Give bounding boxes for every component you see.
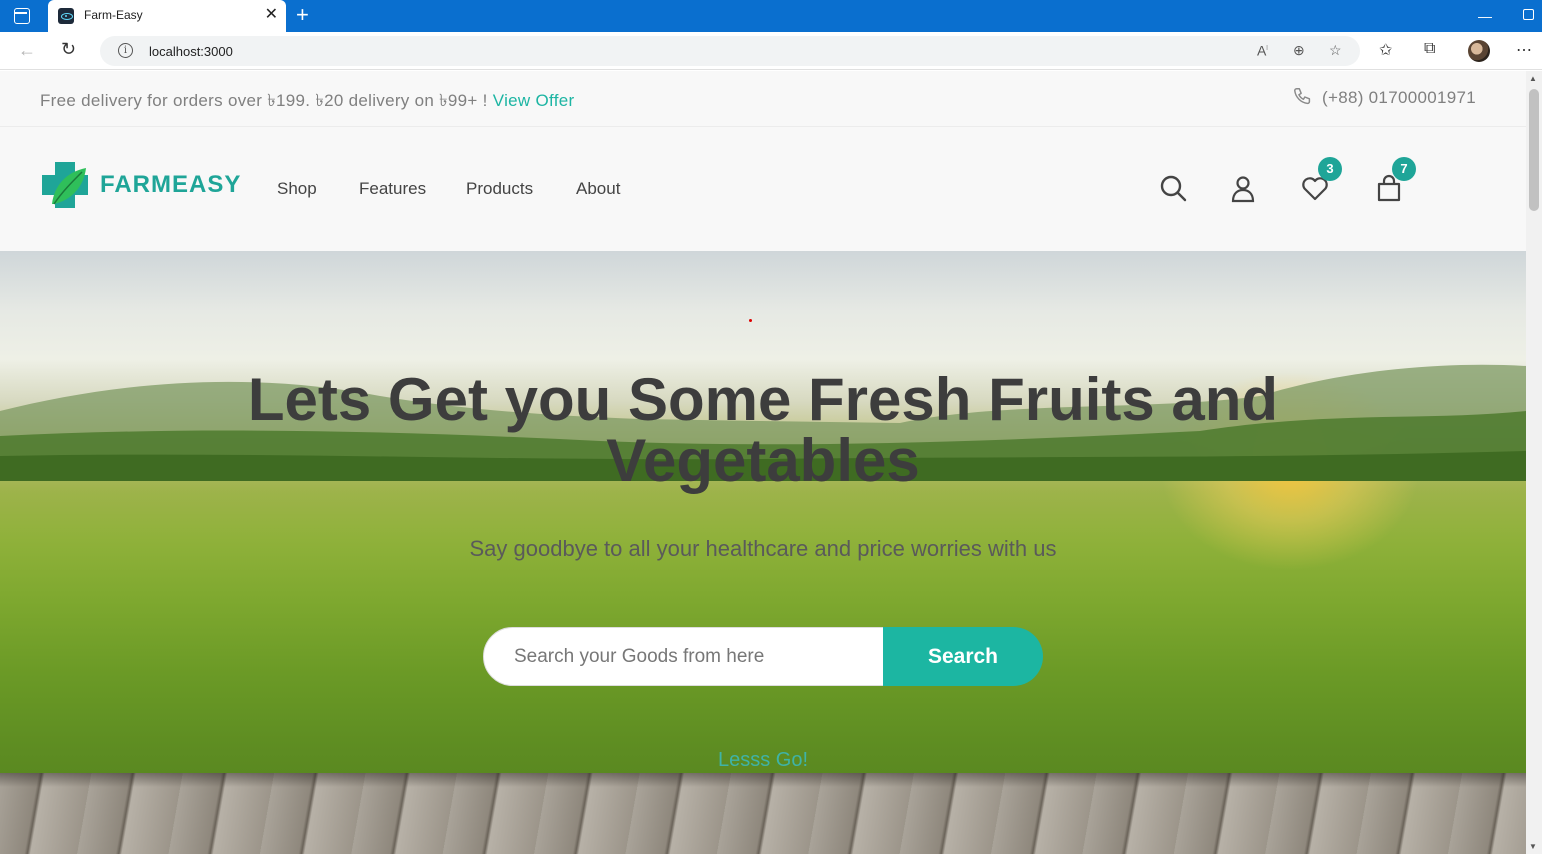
tab-title: Farm-Easy <box>84 8 143 22</box>
hero-title: Lets Get you Some Fresh Fruits and Veget… <box>247 366 1279 494</box>
more-menu-icon[interactable]: ⋯ <box>1516 40 1532 60</box>
view-offer-link[interactable]: View Offer <box>493 91 575 110</box>
wooden-deck-foreground <box>0 773 1526 854</box>
nav-about[interactable]: About <box>576 179 620 199</box>
profile-avatar[interactable] <box>1468 40 1490 62</box>
browser-tab[interactable]: Farm-Easy ✕ <box>48 0 286 32</box>
site-header: FARMEASY Shop Features Products About 3 … <box>0 127 1526 251</box>
minimize-icon[interactable]: — <box>1478 8 1492 24</box>
wishlist-count-badge: 3 <box>1318 157 1342 181</box>
read-aloud-icon[interactable]: A৷ <box>1257 42 1268 59</box>
back-arrow-icon[interactable]: ← <box>18 40 36 61</box>
react-favicon-icon <box>58 8 74 24</box>
logo-leaf-cross-icon[interactable] <box>40 160 90 210</box>
scroll-down-icon[interactable]: ▼ <box>1529 842 1537 851</box>
hero-subtitle: Say goodbye to all your healthcare and p… <box>469 536 1057 561</box>
phone-number[interactable]: (+88) 01700001971 <box>1322 88 1476 108</box>
search-button[interactable]: Search <box>883 627 1043 686</box>
nav-shop[interactable]: Shop <box>277 179 317 199</box>
promo-message: Free delivery for orders over ৳199. ৳20 … <box>40 88 574 116</box>
collections-icon[interactable]: ⧉ <box>1424 40 1435 58</box>
announcement-bar: Free delivery for orders over ৳199. ৳20 … <box>0 71 1526 127</box>
tab-actions-icon[interactable] <box>14 8 30 24</box>
browser-tab-bar: Farm-Easy ✕ + — <box>0 0 1542 32</box>
reload-icon[interactable]: ↻ <box>61 39 76 60</box>
tab-close-icon[interactable]: ✕ <box>265 6 278 24</box>
favorites-icon[interactable]: ✩ <box>1379 40 1392 60</box>
new-tab-icon[interactable]: + <box>296 3 309 27</box>
site-info-icon[interactable]: i <box>118 43 133 58</box>
add-favorite-icon[interactable]: ☆ <box>1329 42 1342 59</box>
red-dot-marker <box>749 319 752 322</box>
nav-products[interactable]: Products <box>466 179 533 199</box>
nav-features[interactable]: Features <box>359 179 426 199</box>
browser-address-bar: ← ↻ i localhost:3000 A৷ ⊕ ☆ ✩ ⧉ ⋯ <box>0 32 1542 70</box>
hero-banner: Lets Get you Some Fresh Fruits and Veget… <box>0 251 1526 854</box>
page-viewport: Free delivery for orders over ৳199. ৳20 … <box>0 71 1526 854</box>
lets-go-link[interactable]: Lesss Go! <box>700 749 826 772</box>
url-field[interactable]: i localhost:3000 A৷ ⊕ ☆ <box>100 36 1360 66</box>
page-scrollbar[interactable]: ▲ ▼ <box>1526 71 1542 854</box>
restore-icon[interactable] <box>1523 9 1534 20</box>
search-input[interactable] <box>483 627 903 686</box>
url-text[interactable]: localhost:3000 <box>149 44 233 59</box>
user-icon[interactable] <box>1228 173 1258 203</box>
zoom-icon[interactable]: ⊕ <box>1293 42 1305 59</box>
scroll-up-icon[interactable]: ▲ <box>1529 74 1537 83</box>
hero-search: Search <box>483 627 1043 686</box>
phone-icon <box>1294 88 1311 105</box>
logo-text[interactable]: FARMEASY <box>100 171 241 199</box>
cart-count-badge: 7 <box>1392 157 1416 181</box>
search-icon[interactable] <box>1158 173 1188 203</box>
scroll-thumb[interactable] <box>1529 89 1539 211</box>
promo-text: Free delivery for orders over ৳199. ৳20 … <box>40 91 493 110</box>
